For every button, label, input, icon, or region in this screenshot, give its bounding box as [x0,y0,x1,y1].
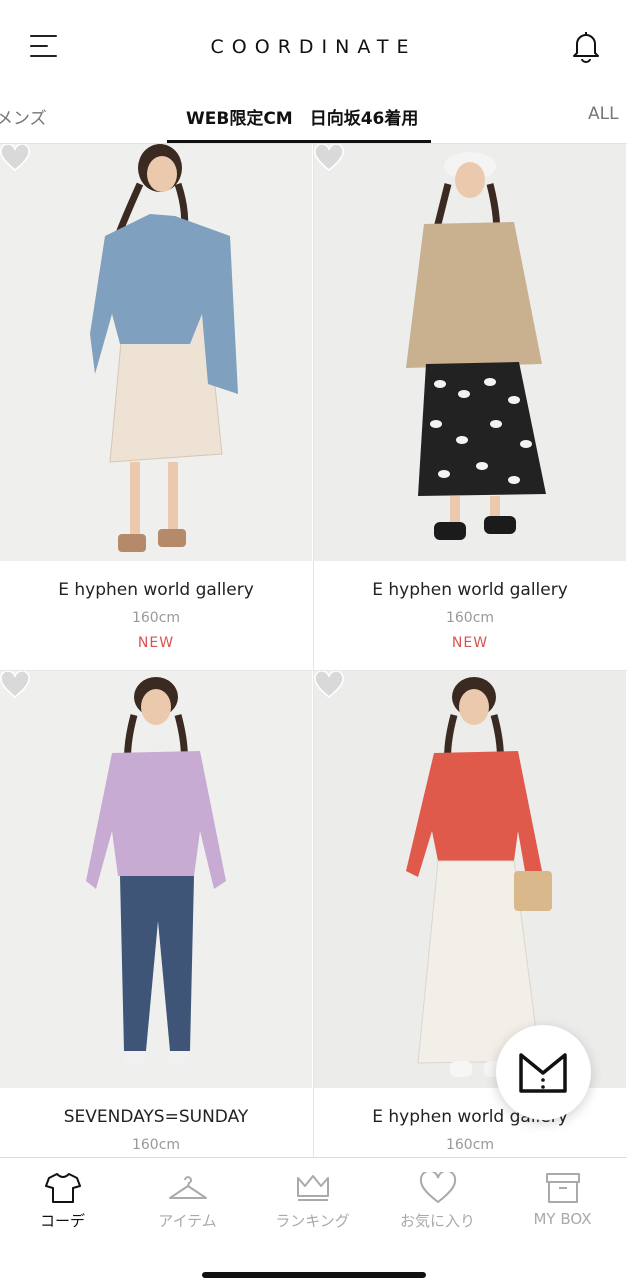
tab-all[interactable]: ALL [588,104,619,124]
card-brand-name: E hyphen world gallery [58,580,254,600]
card-brand-name: E hyphen world gallery [372,580,568,600]
favorite-heart-icon[interactable] [314,144,344,172]
nav-label: お気に入り [399,1212,475,1230]
new-badge: NEW [451,635,489,651]
coordinate-card[interactable]: E hyphen world gallery 160cm NEW [314,144,626,670]
coordinate-card[interactable]: SEVENDAYS=SUNDAY 160cm [0,671,312,1157]
nav-label: アイテム [158,1212,217,1230]
favorite-heart-icon[interactable] [0,671,30,699]
box-icon [545,1173,580,1203]
notification-button[interactable] [568,28,604,64]
card-model-height: 160cm [131,610,181,626]
outfit-photo [0,671,312,1088]
app-header: COORDINATE [0,0,627,92]
card-model-height: 160cm [445,1137,495,1153]
nav-ranking[interactable]: ランキング [250,1172,375,1231]
tab-web-cm[interactable]: WEB限定CM 日向坂46着用 [186,104,418,129]
card-brand-name: E hyphen world gallery [372,1107,568,1127]
tshirt-icon [44,1173,81,1203]
grid-divider [313,144,314,1157]
home-indicator [202,1272,426,1278]
favorite-heart-icon[interactable] [0,144,30,172]
nav-favorites[interactable]: お気に入り [375,1172,500,1231]
outfit-photo [0,144,312,561]
nav-item[interactable]: アイテム [125,1172,250,1231]
nav-my-box[interactable]: MY BOX [500,1172,625,1228]
crown-icon [296,1175,329,1201]
category-tabs: メンズ WEB限定CM 日向坂46着用 ALL [0,92,627,144]
card-model-height: 160cm [445,610,495,626]
coordinate-card[interactable]: E hyphen world gallery 160cm NEW [0,144,312,670]
nav-coordinate[interactable]: コーデ [0,1172,125,1231]
grid-divider [0,670,627,671]
my-box-fab[interactable] [496,1025,591,1120]
bell-icon [573,32,599,63]
app-title: COORDINATE [210,36,417,58]
nav-label: ランキング [275,1212,350,1230]
outfit-photo [314,671,626,1088]
new-badge: NEW [137,635,175,651]
hanger-icon [168,1176,207,1199]
box-logo-icon [519,1053,567,1093]
tab-mens[interactable]: メンズ [0,104,47,129]
card-brand-name: SEVENDAYS=SUNDAY [63,1107,249,1127]
outfit-photo [314,144,626,561]
coordinate-grid: E hyphen world gallery 160cm NEW E hyphe… [0,144,627,1157]
heart-icon [419,1172,456,1204]
nav-label: MY BOX [533,1210,592,1228]
nav-label: コーデ [39,1212,85,1230]
bottom-navigation: コーデ アイテム ランキング お気に入り MY BOX [0,1157,627,1281]
card-model-height: 160cm [131,1137,181,1153]
favorite-heart-icon[interactable] [314,671,344,699]
